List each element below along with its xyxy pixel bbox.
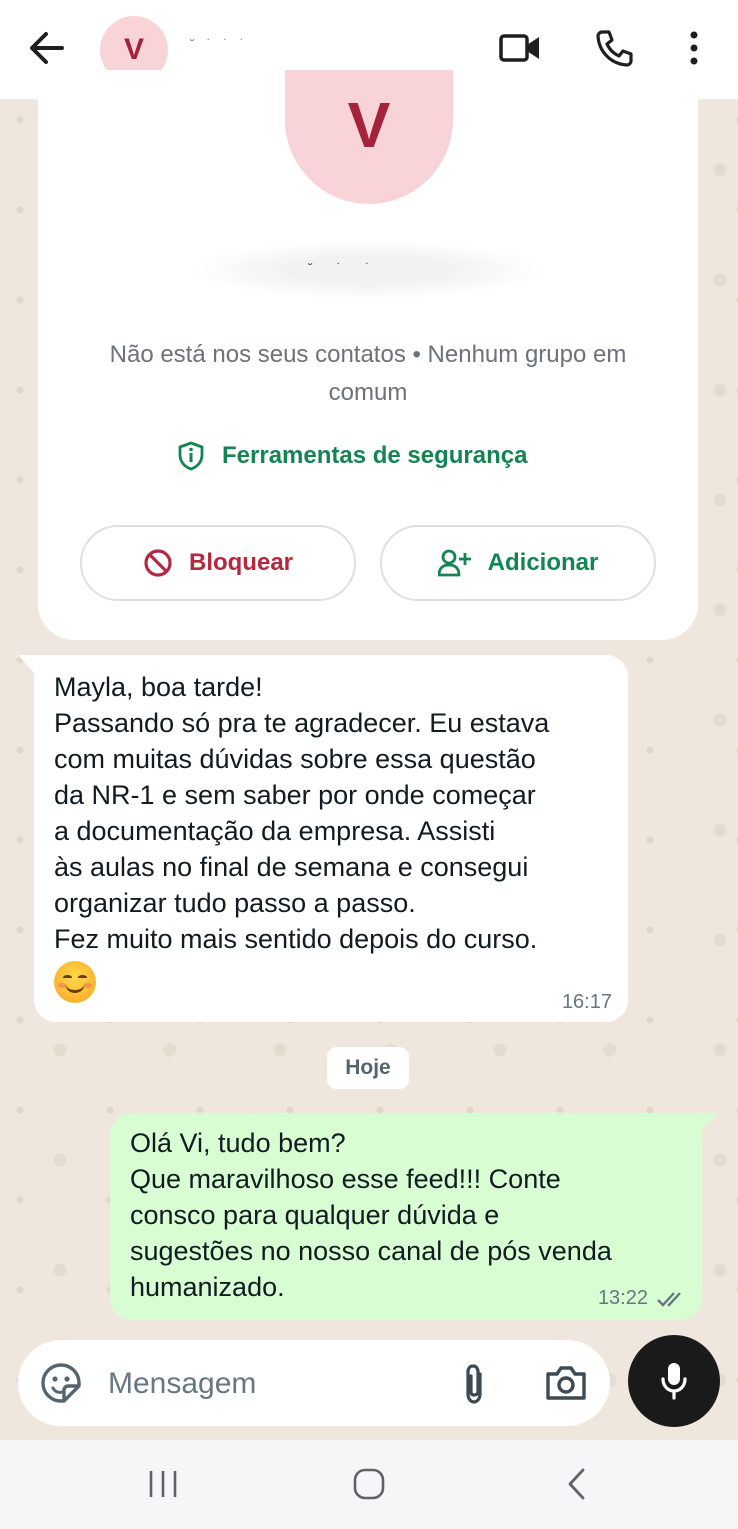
block-icon [144,549,172,577]
home-icon [353,1468,385,1500]
contact-avatar-large: V [285,70,453,204]
add-person-icon [437,549,471,577]
safety-tools-link[interactable]: Ferramentas de segurança [178,436,527,476]
message-text: Mayla, boa tarde! Passando só pra te agr… [54,672,550,954]
contact-name-blurred: ˘ ˙ ˙ [188,240,548,300]
voice-call-button[interactable] [592,26,636,70]
recent-apps-button[interactable] [138,1462,188,1506]
message-time: 16:17 [561,991,612,1013]
message-input[interactable] [108,1364,428,1404]
attach-button[interactable] [456,1362,492,1406]
message-composer [18,1340,610,1426]
arrow-left-icon [30,32,64,64]
safety-tools-label: Ferramentas de segurança [222,442,528,469]
incoming-message[interactable]: Mayla, boa tarde! Passando só pra te agr… [18,655,628,1022]
chevron-left-icon [568,1468,585,1500]
camera-icon [546,1366,586,1400]
recent-apps-icon [149,1471,177,1497]
more-vertical-icon [690,31,698,65]
sticker-icon [41,1363,81,1403]
add-contact-button[interactable]: Adicionar [380,525,656,601]
more-options-button[interactable] [672,26,716,70]
block-label: Bloquear [188,549,293,576]
sticker-button[interactable] [40,1362,82,1404]
phone-icon [596,30,633,67]
system-back-button[interactable] [552,1462,602,1506]
message-text: Olá Vi, tudo bem? Que maravilhoso esse f… [130,1128,612,1302]
system-navigation-bar [0,1440,738,1529]
double-check-icon [657,1291,681,1307]
contact-status-text: Não está nos seus contatos • Nenhum grup… [109,341,627,406]
add-label: Adicionar [487,549,599,576]
video-call-button[interactable] [498,26,542,70]
contact-name[interactable]: ˘ ˙ ˙ ˙ [190,36,420,56]
contact-info-card: V ˘ ˙ ˙ Não está nos seus contatos • Nen… [38,70,698,640]
voice-message-button[interactable] [628,1335,720,1427]
microphone-icon [661,1363,687,1400]
camera-button[interactable] [544,1362,588,1406]
smiling-face-icon [54,961,96,1003]
paperclip-icon [466,1364,482,1404]
outgoing-message[interactable]: Olá Vi, tudo bem? Que maravilhoso esse f… [110,1113,718,1320]
home-button[interactable] [344,1462,394,1506]
message-time: 13:22 [597,1287,648,1309]
block-button[interactable]: Bloquear [80,525,356,601]
shield-icon [178,441,204,471]
message-meta: 13:22 [598,1287,686,1310]
back-button[interactable] [26,28,68,68]
date-separator: Hoje [327,1047,409,1089]
video-camera-icon [499,34,539,62]
blurred-name-text: ˘ ˙ ˙ [308,260,380,276]
